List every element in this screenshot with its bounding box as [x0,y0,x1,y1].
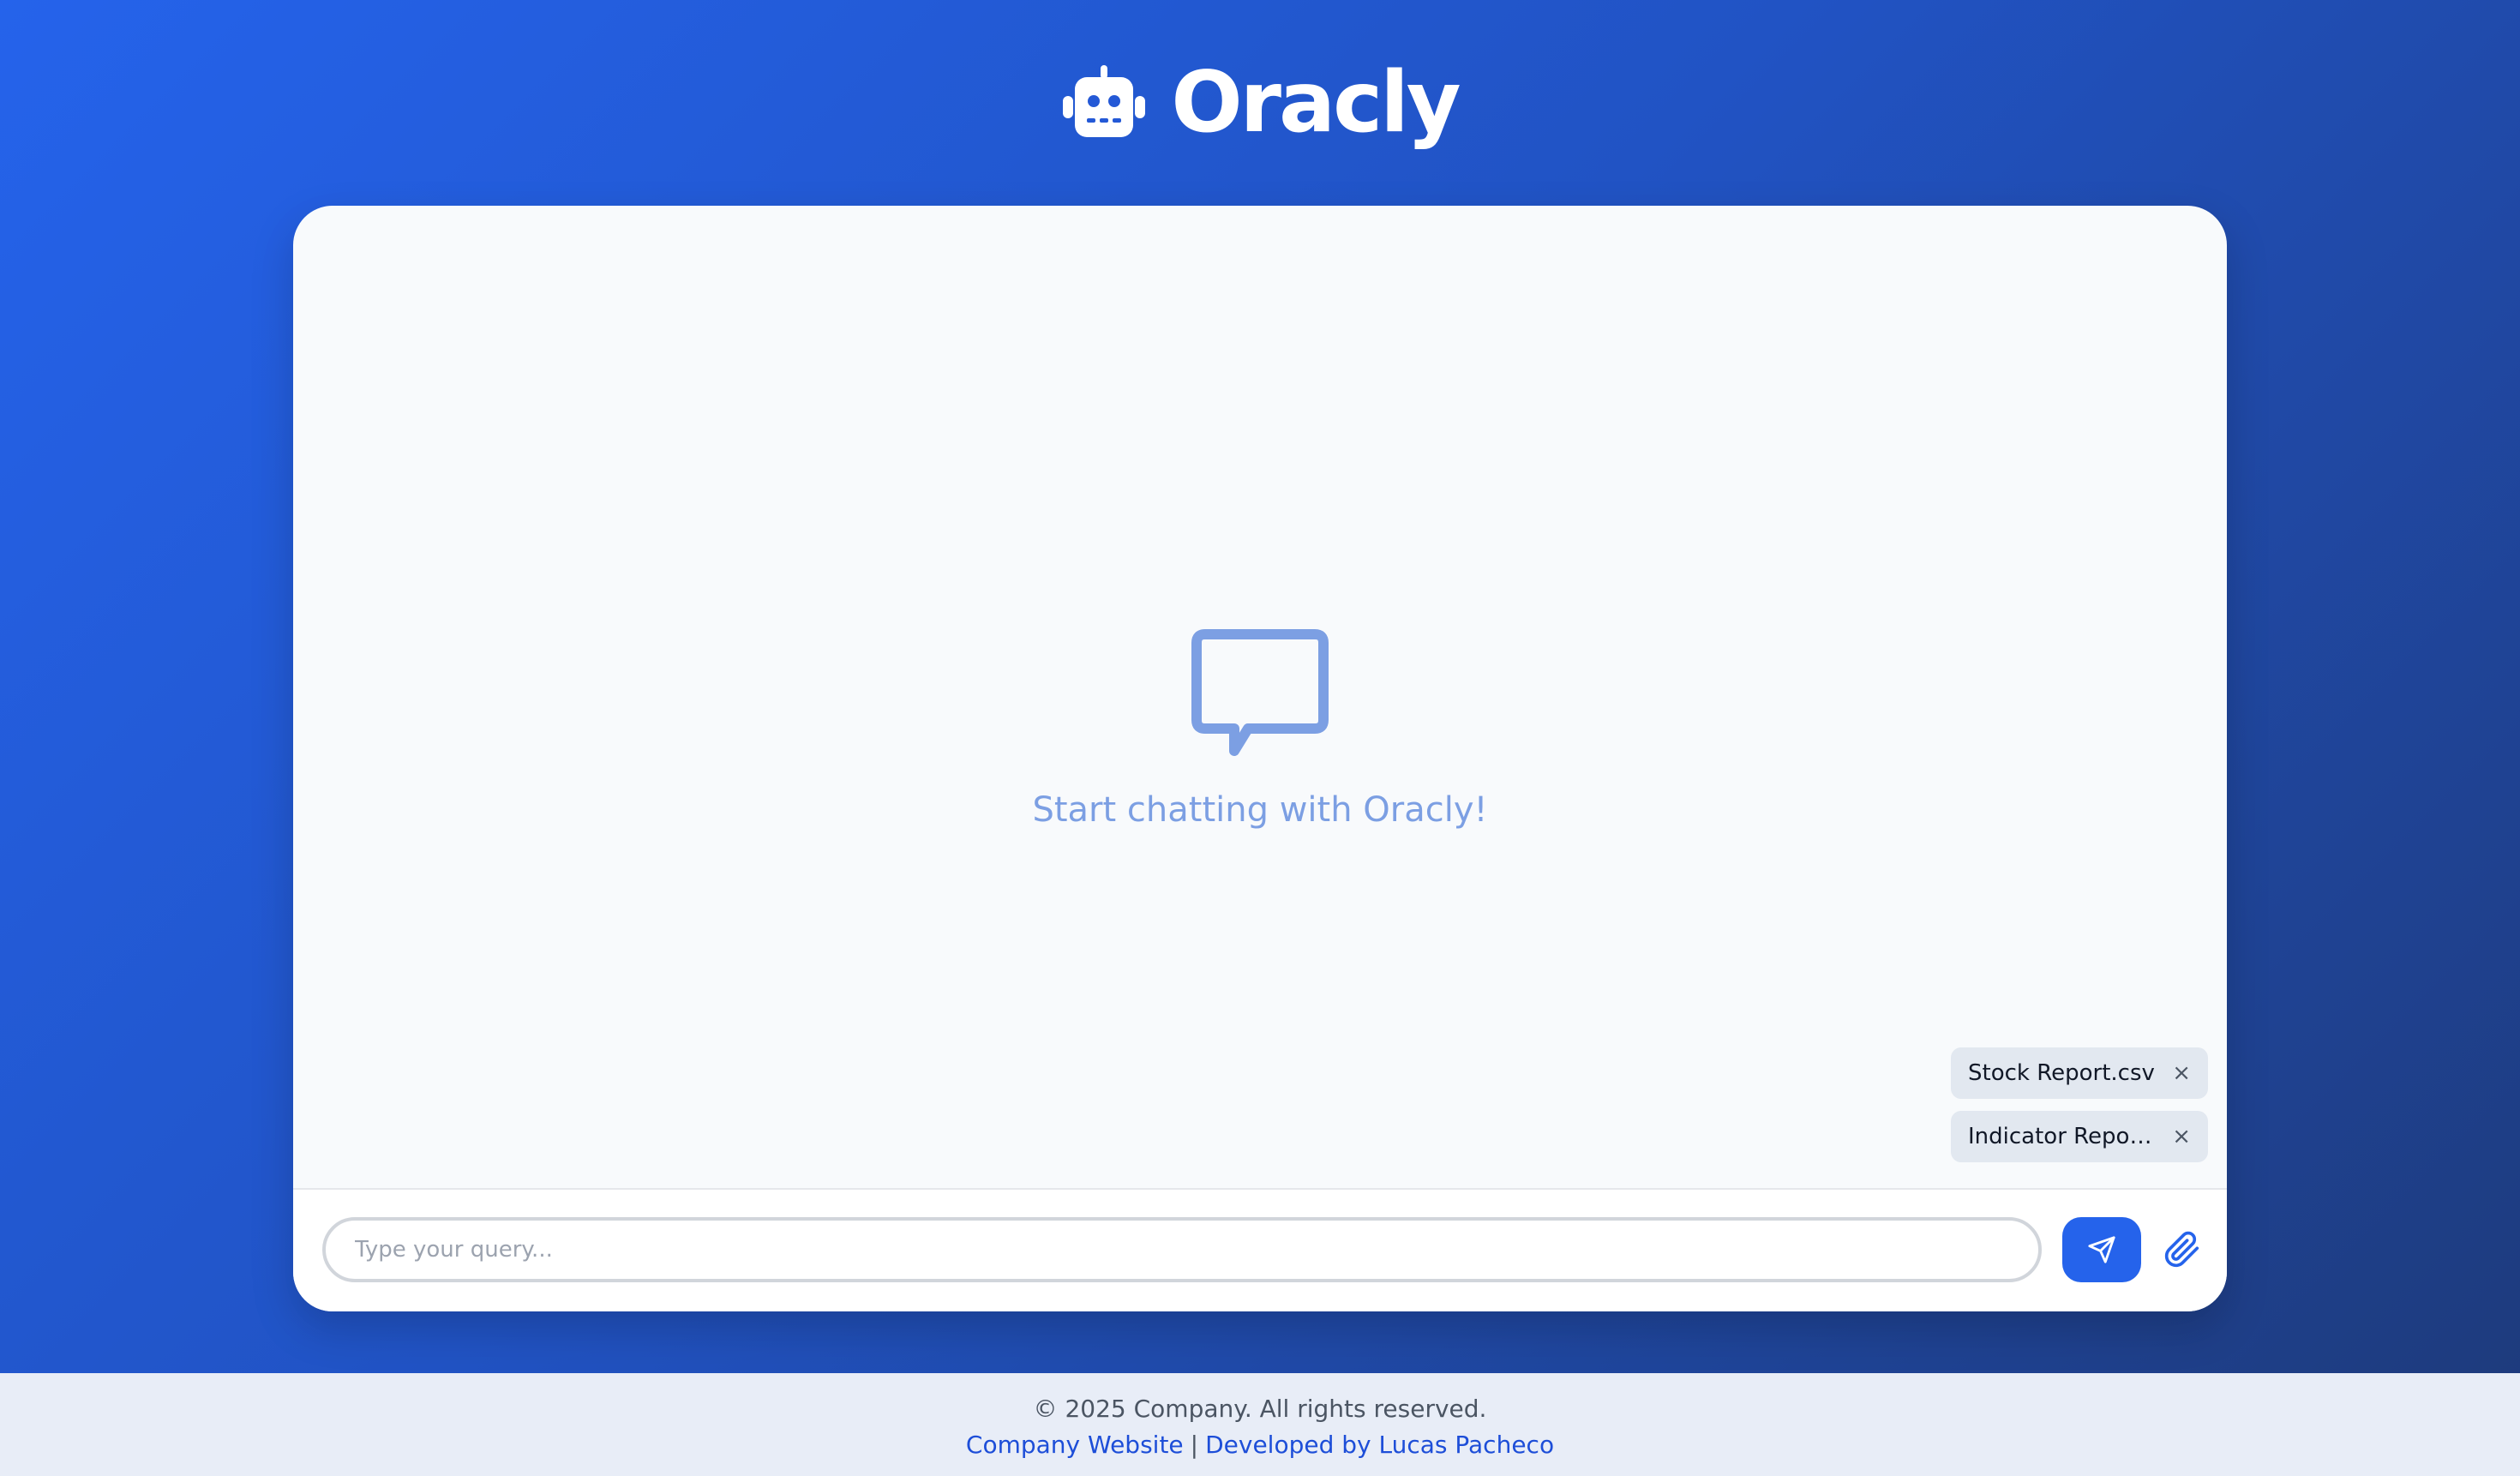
chat-bubble-icon [1191,629,1329,756]
attachment-chip: Stock Report.csv × [1951,1047,2208,1099]
composer [293,1188,2227,1311]
attachment-name: Stock Report.csv [1968,1060,2155,1086]
attach-file-button[interactable] [2157,1221,2208,1279]
attachment-name: Indicator Report... [1968,1124,2160,1149]
developer-link[interactable]: Developed by Lucas Pacheco [1205,1431,1554,1459]
footer-separator: | [1190,1431,1199,1459]
footer-links: Company Website | Developed by Lucas Pache… [0,1426,2520,1464]
app-header: Oracly [0,0,2520,206]
copyright-text: © 2025 Company. All rights reserved. [1033,1395,1487,1423]
chat-panel: Start chatting with Oracly! Stock Report… [293,206,2227,1311]
empty-state: Start chatting with Oracly! [293,626,2227,830]
empty-state-message: Start chatting with Oracly! [1032,790,1488,830]
app-title: Oracly [1171,54,1461,152]
send-icon [2088,1236,2115,1263]
attachment-list: Stock Report.csv × Indicator Report... × [1951,1047,2208,1162]
message-area[interactable]: Start chatting with Oracly! Stock Report… [293,206,2227,1188]
query-input[interactable] [322,1217,2042,1282]
remove-attachment-button[interactable]: × [2172,1125,2191,1148]
robot-icon [1063,65,1146,137]
company-website-link[interactable]: Company Website [966,1431,1184,1459]
page-footer: © 2025 Company. All rights reserved. Com… [0,1373,2520,1476]
attachment-chip: Indicator Report... × [1951,1111,2208,1162]
remove-attachment-button[interactable]: × [2172,1062,2191,1084]
paperclip-icon [2164,1231,2199,1268]
send-button[interactable] [2062,1217,2141,1282]
